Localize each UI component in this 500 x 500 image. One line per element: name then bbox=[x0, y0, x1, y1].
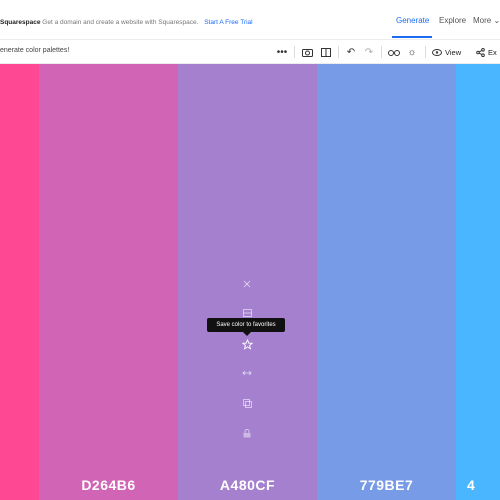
nav-generate[interactable]: Generate bbox=[396, 16, 429, 25]
view-label: View bbox=[445, 47, 462, 57]
hex-code[interactable]: 779BE7 bbox=[317, 477, 456, 493]
nav-explore[interactable]: Explore bbox=[439, 16, 466, 25]
drag-icon[interactable] bbox=[236, 365, 258, 381]
generator-hint: enerate color palettes! bbox=[0, 47, 70, 54]
export-button[interactable]: Ex bbox=[476, 43, 497, 61]
hex-code[interactable]: 4 bbox=[456, 477, 500, 493]
redo-icon[interactable]: ↷ bbox=[362, 43, 376, 61]
favorite-tooltip: Save color to favorites bbox=[207, 318, 285, 336]
undo-icon[interactable]: ↶ bbox=[344, 43, 358, 61]
toolbar-divider bbox=[338, 46, 339, 58]
toolbar-divider bbox=[425, 46, 426, 58]
color-swatch[interactable] bbox=[0, 64, 39, 500]
share-icon bbox=[476, 47, 485, 57]
hex-code[interactable]: D264B6 bbox=[39, 477, 178, 493]
color-swatch[interactable]: D264B6 bbox=[39, 64, 178, 500]
color-swatch[interactable]: 4 bbox=[456, 64, 500, 500]
promo-brand: Squarespace bbox=[0, 19, 41, 26]
sun-icon[interactable]: ☼ bbox=[405, 43, 419, 61]
toolbar-divider bbox=[381, 46, 382, 58]
start-trial-link[interactable]: Start A Free Trial bbox=[204, 19, 252, 26]
promo-text: Get a domain and create a website with S… bbox=[42, 19, 199, 26]
color-swatch[interactable]: 779BE7 bbox=[317, 64, 456, 500]
lock-icon[interactable] bbox=[236, 425, 258, 441]
panel-icon[interactable] bbox=[319, 43, 333, 61]
glasses-icon[interactable] bbox=[387, 43, 401, 61]
top-navigation-bar: Squarespace Get a domain and create a we… bbox=[0, 0, 500, 40]
promo-banner: Squarespace Get a domain and create a we… bbox=[0, 19, 253, 26]
close-icon[interactable] bbox=[236, 276, 258, 292]
active-nav-indicator bbox=[392, 36, 432, 38]
star-icon[interactable] bbox=[236, 336, 258, 352]
camera-icon[interactable] bbox=[300, 43, 314, 61]
more-icon[interactable]: ••• bbox=[276, 43, 288, 61]
view-button[interactable]: View bbox=[432, 43, 461, 61]
export-label: Ex bbox=[488, 47, 497, 57]
more-label: More bbox=[473, 16, 492, 25]
palette-toolbar: enerate color palettes! ••• ↶ ↷ ☼ View E… bbox=[0, 40, 500, 64]
hex-code[interactable]: A480CF bbox=[178, 477, 317, 493]
nav-more[interactable]: More ⌄ bbox=[473, 16, 500, 25]
copy-icon[interactable] bbox=[236, 395, 258, 411]
eye-icon bbox=[432, 48, 442, 56]
toolbar-divider bbox=[294, 46, 295, 58]
